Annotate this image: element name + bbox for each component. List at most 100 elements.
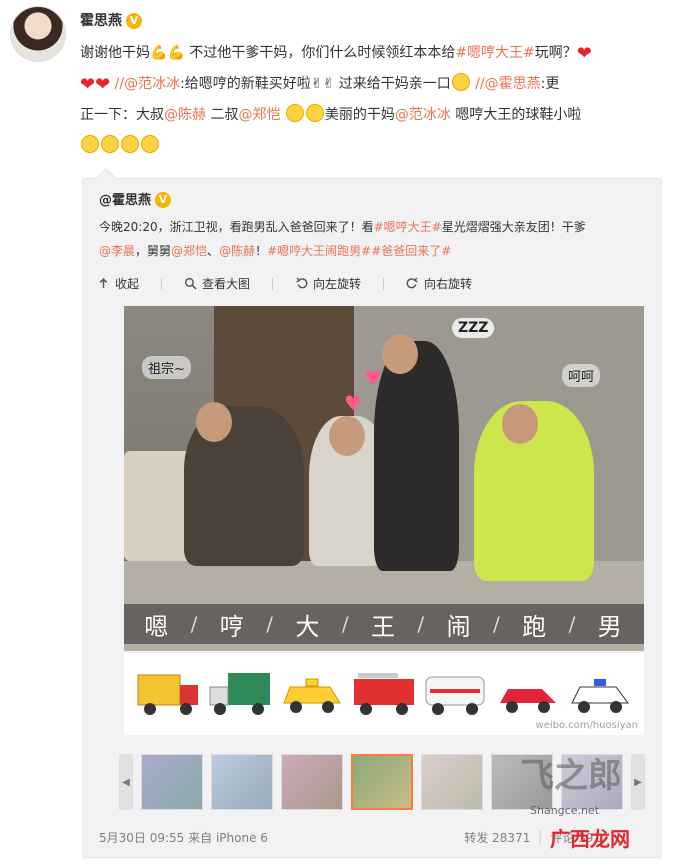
view-large-button[interactable]: 查看大图: [184, 275, 250, 292]
thumbnail[interactable]: [281, 754, 343, 810]
muscle-emoji-icon: 💪: [150, 45, 168, 61]
avatar[interactable]: [10, 6, 66, 62]
collapse-arrow-icon: [99, 278, 108, 288]
repost-text-segment: 、: [207, 244, 220, 258]
repost-text-segment: 星光熠熠强大亲友团！干爹: [441, 220, 586, 234]
grin-emoji-icon: [81, 135, 99, 153]
mention-link[interactable]: @陈赫: [219, 244, 255, 258]
smile-emoji-icon: [121, 135, 139, 153]
victory-emoji-icon: ✌: [322, 76, 335, 92]
banner-divider: /: [493, 612, 502, 636]
repost-caret: [96, 168, 116, 188]
watermark-logo-text: 飞之郎: [520, 756, 622, 796]
post-text: 谢谢他干妈💪💪 不过他干爹干妈，你们什么时候领红本本给#嗯哼大王#玩啊？❤ ❤❤…: [80, 38, 685, 162]
verified-badge-icon: V: [126, 13, 142, 29]
post-text-segment: 美丽的干妈: [324, 107, 395, 123]
topic-link[interactable]: #嗯哼大王闹跑男#: [267, 244, 371, 258]
mention-link[interactable]: @郑恺: [238, 107, 280, 123]
thumbnail-active[interactable]: [351, 754, 413, 810]
grin-emoji-icon: [305, 104, 324, 122]
mention-link[interactable]: //@霍思燕: [475, 76, 540, 92]
repost-author[interactable]: @霍思燕 V: [99, 189, 172, 208]
photo-caption-right: 呵呵: [562, 364, 601, 387]
view-large-label: 查看大图: [202, 277, 251, 291]
mention-link[interactable]: //@范冰冰: [115, 76, 180, 92]
mention-link[interactable]: @郑恺: [171, 244, 207, 258]
rotate-right-button[interactable]: 向右旋转: [406, 275, 472, 292]
ambulance-icon: [424, 669, 488, 719]
rotate-left-button[interactable]: 向左旋转: [295, 275, 361, 292]
red-car-icon: [496, 669, 560, 719]
main-photo[interactable]: ♥ ♥ 祖宗~ 呵呵 ZZZ 嗯 / 哼 / 大 / 王 / 闹 / 跑 / 男: [124, 306, 644, 651]
banner-char: 哼: [219, 612, 246, 641]
post-source: 来自 iPhone 6: [188, 831, 268, 845]
post-meta: 5月30日 09:55 来自 iPhone 6: [99, 829, 268, 846]
heart-sticker-icon: ♥: [364, 366, 382, 390]
thumbnail-prev-button[interactable]: ◀: [119, 754, 133, 810]
rotate-right-icon: [406, 277, 418, 289]
mention-link[interactable]: @陈赫: [164, 107, 206, 123]
rotate-left-label: 向左旋转: [313, 277, 362, 291]
mention-link[interactable]: @范冰冰: [395, 107, 451, 123]
weibo-post-page: 霍思燕 V 谢谢他干妈💪💪 不过他干爹干妈，你们什么时候领红本本给#嗯哼大王#玩啊…: [0, 0, 700, 868]
delivery-truck-icon: [208, 669, 272, 719]
thumbnail[interactable]: [141, 754, 203, 810]
post-date[interactable]: 5月30日 09:55: [99, 831, 184, 845]
fire-engine-icon: [352, 669, 416, 719]
repost-author-name[interactable]: @霍思燕: [99, 193, 151, 208]
banner-char: 闹: [446, 612, 473, 641]
heart-emoji-icon: ❤: [95, 74, 111, 95]
banner-divider: /: [190, 612, 200, 636]
topic-link[interactable]: #爸爸回来了#: [371, 244, 451, 258]
heart-emoji-icon: ❤: [80, 74, 96, 95]
photo-caption-left: 祖宗~: [142, 356, 191, 379]
wink-emoji-icon: [141, 135, 159, 153]
verified-badge-icon: V: [155, 192, 172, 208]
banner-divider: /: [266, 612, 275, 636]
post-text-segment: 谢谢他干妈: [80, 45, 150, 61]
banner-char: 嗯: [144, 612, 171, 641]
banner-divider: /: [341, 612, 351, 636]
magnifier-icon: [184, 277, 197, 290]
vehicle-emoji-strip: weibo.com/huosiyan: [124, 653, 644, 735]
post-text-segment: 不过他干爹干妈，你们什么时候领红本本给: [189, 45, 456, 61]
photo-head: [382, 334, 418, 374]
post-text-segment: 正一下：大叔: [80, 107, 164, 123]
collect-button[interactable]: 收起: [97, 275, 139, 292]
thumbnail[interactable]: [211, 754, 273, 810]
topic-link[interactable]: #嗯哼大王#: [374, 220, 442, 234]
photo-head: [502, 404, 538, 444]
truck-icon: [136, 669, 200, 719]
post-text-segment: 嗯哼大王的球鞋小啦: [455, 107, 582, 123]
banner-char: 大: [295, 612, 322, 641]
banner-divider: /: [417, 612, 427, 636]
banner-char: 男: [597, 612, 624, 641]
smile-emoji-icon: [451, 73, 470, 91]
post-text-segment: 玩啊？: [534, 45, 577, 61]
victory-emoji-icon: ✌: [310, 76, 323, 92]
photo-head: [329, 416, 365, 456]
repost-text-segment: ！: [255, 244, 268, 258]
photo-person: [374, 341, 459, 571]
banner-char: 跑: [522, 612, 549, 641]
site-watermark: 飞之郎 Shangce.net 广西龙网: [500, 748, 690, 858]
smile-emoji-icon: [101, 135, 119, 153]
toolbar-divider: [383, 277, 385, 290]
thumbnail[interactable]: [421, 754, 483, 810]
repost-text-segment: 今晚20:20，浙江卫视，看跑男乱入爸爸回来了！看: [99, 220, 374, 234]
post-text-segment: 二叔: [210, 107, 239, 123]
post-author[interactable]: 霍思燕 V: [80, 10, 142, 30]
watermark-url: Shangce.net: [530, 804, 600, 817]
banner-divider: /: [568, 612, 578, 636]
author-name[interactable]: 霍思燕: [80, 13, 122, 29]
topic-link[interactable]: #嗯哼大王#: [455, 45, 534, 61]
repost-text-segment: ，舅舅: [135, 244, 172, 258]
collect-label: 收起: [115, 277, 140, 291]
post-text-segment: 过来给干妈亲一口: [338, 76, 451, 92]
post-text-segment: :更: [540, 76, 560, 92]
photo-title-banner: 嗯 / 哼 / 大 / 王 / 闹 / 跑 / 男: [124, 604, 644, 644]
chevron-left-icon: ◀: [122, 776, 130, 788]
photo-watermark: weibo.com/huosiyan: [535, 720, 638, 731]
heart-sticker-icon: ♥: [344, 391, 362, 415]
mention-link[interactable]: @李晨: [99, 244, 135, 258]
